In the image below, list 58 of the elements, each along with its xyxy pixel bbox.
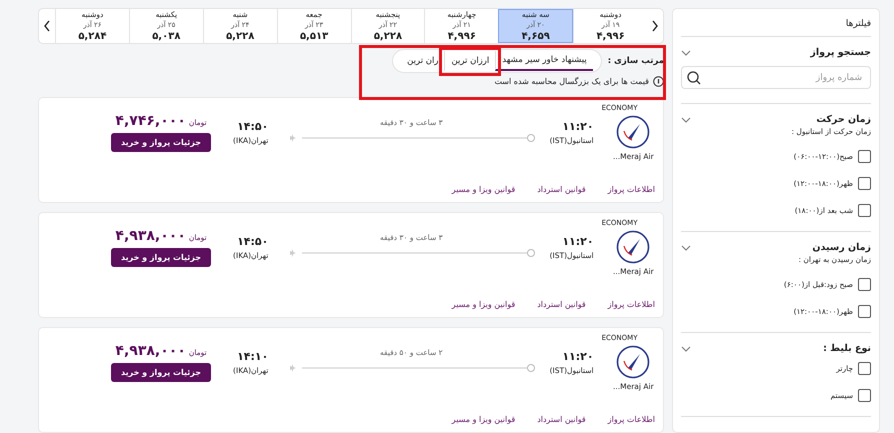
day-price: ۴,۹۹۶ (596, 31, 625, 42)
day-price: ۴,۶۵۹ (522, 31, 550, 42)
checkbox[interactable] (858, 362, 871, 375)
checkbox[interactable] (858, 150, 871, 163)
sort-label: مرتب سازی : (608, 56, 664, 66)
sort-tab[interactable]: پیشنهاد خاور سیر مشهد (495, 51, 593, 71)
checkbox[interactable] (858, 177, 871, 190)
checkbox[interactable] (858, 204, 871, 217)
departure-time: ۱۱:۲۰ (562, 120, 594, 133)
checkbox[interactable] (858, 305, 871, 318)
search-icon (687, 71, 701, 85)
airline-logo-icon (616, 345, 650, 379)
card-link[interactable]: قوانین استرداد (537, 300, 586, 309)
day-price: ۵,۲۸۴ (78, 31, 107, 42)
card-link[interactable]: اطلاعات پرواز (608, 300, 655, 309)
price-note: قیمت ها برای یک بزرگسال محاسبه شده است (494, 77, 649, 86)
chevron-down-icon[interactable] (681, 244, 691, 252)
search-field[interactable]: شماره پرواز (681, 66, 871, 89)
section-title: جستجو پرواز (810, 47, 871, 58)
section-title: زمان حرکت (816, 114, 871, 125)
card-link[interactable]: اطلاعات پرواز (608, 415, 655, 424)
buy-button[interactable]: جزئیات پرواز و خرید (110, 363, 212, 382)
flight-price: ۴,۹۳۸,۰۰۰ (115, 343, 186, 359)
info-icon (653, 76, 664, 87)
airline-logo-icon (616, 230, 650, 264)
card-link[interactable]: قوانین ویزا و مسیر (452, 185, 516, 194)
flight-price: ۴,۹۳۸,۰۰۰ (115, 228, 186, 244)
card-link[interactable]: قوانین ویزا و مسیر (452, 300, 516, 309)
sort-tab[interactable]: ارزان ترین (444, 51, 496, 71)
section-title: نوع بلیط : (823, 343, 871, 354)
day-price: ۵,۰۳۸ (152, 31, 180, 42)
card-link[interactable]: قوانین استرداد (537, 185, 586, 194)
chevron-down-icon[interactable] (681, 48, 691, 56)
card-link[interactable]: اطلاعات پرواز (608, 185, 655, 194)
card-link[interactable]: قوانین استرداد (537, 415, 586, 424)
day-price: ۵,۲۲۸ (226, 31, 254, 42)
chevron-down-icon[interactable] (681, 344, 691, 352)
sort-tab[interactable]: ران ترین (401, 51, 444, 71)
section-title: زمان رسیدن (812, 242, 871, 253)
panel-title: فیلترها (681, 9, 871, 37)
buy-button[interactable]: جزئیات پرواز و خرید (110, 133, 212, 152)
checkbox[interactable] (858, 278, 871, 291)
checkbox[interactable] (858, 389, 871, 402)
day-price: ۴,۹۹۶ (448, 31, 476, 42)
chevron-left-icon[interactable] (43, 20, 51, 32)
departure-time: ۱۱:۲۰ (562, 350, 594, 363)
flight-price: ۴,۷۴۶,۰۰۰ (115, 113, 186, 129)
arrival-time: ۱۴:۱۰ (237, 350, 268, 363)
card-link[interactable]: قوانین ویزا و مسیر (452, 415, 516, 424)
buy-button[interactable]: جزئیات پرواز و خرید (110, 248, 212, 267)
arrival-time: ۱۴:۵۰ (237, 120, 268, 133)
day-price: ۵,۲۲۸ (374, 31, 402, 42)
airline-logo-icon (616, 115, 650, 149)
departure-time: ۱۱:۲۰ (562, 235, 594, 248)
chevron-down-icon[interactable] (681, 116, 691, 124)
day-price: ۵,۵۱۳ (300, 31, 328, 42)
chevron-right-icon[interactable] (651, 20, 659, 32)
arrival-time: ۱۴:۵۰ (237, 235, 268, 248)
